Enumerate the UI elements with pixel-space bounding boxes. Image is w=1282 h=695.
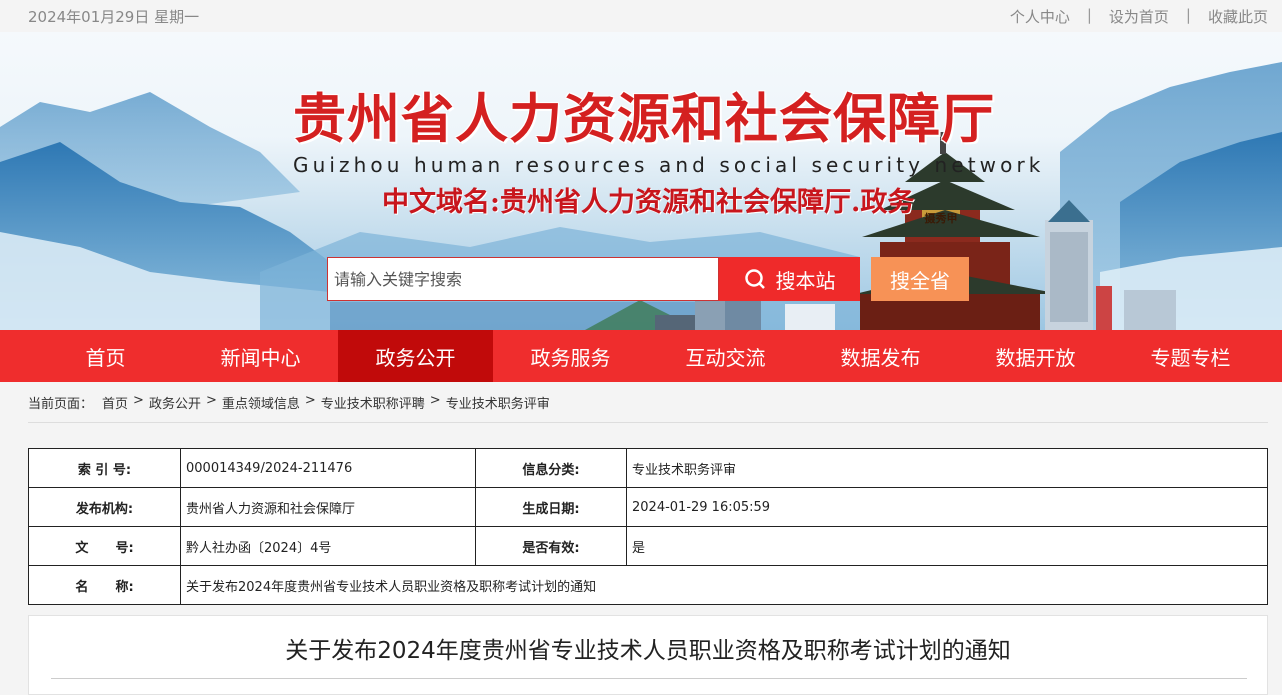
- nav-gov-affairs[interactable]: 政务公开: [338, 330, 493, 382]
- search-site-label: 搜本站: [775, 270, 836, 293]
- tower-sign: 摄秀甲: [924, 212, 958, 225]
- top-links: 个人中心 | 设为首页 | 收藏此页: [1010, 6, 1268, 27]
- org-value: 贵州省人力资源和社会保障厅: [180, 487, 476, 527]
- nav-open-data[interactable]: 数据开放: [958, 330, 1113, 382]
- breadcrumb-label: 当前页面：: [28, 397, 94, 412]
- title-divider: [51, 678, 1247, 679]
- org-label: 发布机构:: [28, 487, 181, 527]
- search-input[interactable]: [327, 257, 719, 301]
- nav-news[interactable]: 新闻中心: [183, 330, 338, 382]
- nav-special-topics[interactable]: 专题专栏: [1113, 330, 1268, 382]
- article-container: 关于发布2024年度贵州省专业技术人员职业资格及职称考试计划的通知: [28, 615, 1268, 695]
- breadcrumb-separator: >: [304, 393, 316, 408]
- current-date: 2024年01月29日 星期一: [28, 8, 200, 26]
- site-english-name: Guizhou human resources and social secur…: [293, 153, 1045, 177]
- breadcrumb-item-key-info[interactable]: 重点领域信息: [222, 393, 300, 412]
- breadcrumb-item-gov-affairs[interactable]: 政务公开: [149, 393, 201, 412]
- chinese-domain-name: 中文域名:贵州省人力资源和社会保障厅.政务: [382, 187, 915, 218]
- nav-interaction[interactable]: 互动交流: [648, 330, 803, 382]
- doc-number-value: 黔人社办函〔2024〕4号: [180, 526, 476, 566]
- table-row: 名 称: 关于发布2024年度贵州省专业技术人员职业资格及职称考试计划的通知: [28, 565, 1268, 605]
- index-label: 索 引 号:: [28, 448, 181, 488]
- breadcrumb-separator: >: [205, 393, 217, 408]
- document-info-table: 索 引 号: 000014349/2024-211476 信息分类: 专业技术职…: [28, 448, 1268, 605]
- name-label: 名 称:: [28, 565, 181, 605]
- nav-home[interactable]: 首页: [28, 330, 183, 382]
- top-bar: 2024年01月29日 星期一 个人中心 | 设为首页 | 收藏此页: [0, 0, 1282, 32]
- name-value: 关于发布2024年度贵州省专业技术人员职业资格及职称考试计划的通知: [180, 565, 1268, 605]
- search-icon: [744, 269, 765, 289]
- article-title: 关于发布2024年度贵州省专业技术人员职业资格及职称考试计划的通知: [285, 638, 1011, 664]
- header-banner: 摄秀甲 贵州省人力资源和社会保障厅 Guizhou human resource…: [0, 32, 1282, 330]
- breadcrumb-item-title-eval[interactable]: 专业技术职称评聘: [321, 393, 425, 412]
- search-province-button[interactable]: 搜全省: [871, 257, 969, 301]
- validity-value: 是: [626, 526, 1268, 566]
- breadcrumb-separator: >: [429, 393, 441, 408]
- breadcrumb-separator: >: [133, 393, 144, 408]
- index-value: 000014349/2024-211476: [180, 448, 476, 488]
- doc-number-label: 文 号:: [28, 526, 181, 566]
- table-row: 文 号: 黔人社办函〔2024〕4号 是否有效: 是: [28, 526, 1268, 566]
- nav-data-release[interactable]: 数据发布: [803, 330, 958, 382]
- site-title: 贵州省人力资源和社会保障厅: [293, 89, 995, 150]
- date-value: 2024-01-29 16:05:59: [626, 487, 1268, 527]
- table-row: 发布机构: 贵州省人力资源和社会保障厅 生成日期: 2024-01-29 16:…: [28, 487, 1268, 527]
- breadcrumb: 当前页面： 首页 > 政务公开 > 重点领域信息 > 专业技术职称评聘 > 专业…: [28, 393, 550, 412]
- link-separator: |: [1185, 6, 1191, 24]
- category-label: 信息分类:: [475, 448, 627, 488]
- breadcrumb-item-home[interactable]: 首页: [102, 393, 128, 412]
- category-value: 专业技术职务评审: [626, 448, 1268, 488]
- divider: [28, 422, 1268, 423]
- breadcrumb-item-job-review[interactable]: 专业技术职务评审: [446, 393, 550, 412]
- validity-label: 是否有效:: [475, 526, 627, 566]
- date-label: 生成日期:: [475, 487, 627, 527]
- main-nav: 首页 新闻中心 政务公开 政务服务 互动交流 数据发布 数据开放 专题专栏: [0, 330, 1282, 382]
- set-homepage-link[interactable]: 设为首页: [1109, 6, 1169, 27]
- link-separator: |: [1086, 6, 1092, 24]
- bookmark-link[interactable]: 收藏此页: [1208, 6, 1268, 27]
- search-site-button[interactable]: 搜本站: [719, 257, 860, 301]
- nav-gov-services[interactable]: 政务服务: [493, 330, 648, 382]
- table-row: 索 引 号: 000014349/2024-211476 信息分类: 专业技术职…: [28, 448, 1268, 488]
- personal-center-link[interactable]: 个人中心: [1010, 6, 1070, 27]
